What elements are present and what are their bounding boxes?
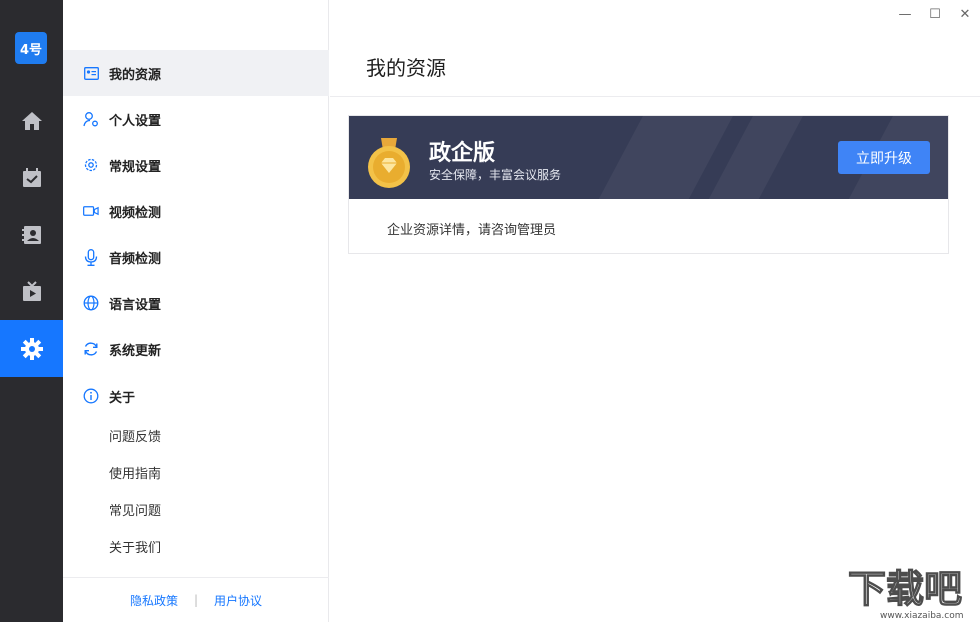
footer-separator: | [193,593,199,607]
submenu-item-user-guide[interactable]: 使用指南 [109,465,161,485]
menu-item-video-check[interactable]: 视频检测 [63,188,329,234]
menu-item-language-settings[interactable]: 语言设置 [63,280,329,326]
page-title: 我的资源 [366,56,446,80]
submenu-item-feedback[interactable]: 问题反馈 [109,428,161,448]
globe-icon [83,295,99,311]
gear-icon [20,337,43,360]
menu-item-my-resources[interactable]: 我的资源 [63,50,329,96]
resource-info-text: 企业资源详情，请咨询管理员 [387,223,557,238]
tv-play-icon [22,280,41,301]
edition-tagline: 安全保障，丰富会议服务 [429,168,562,182]
svg-text:下载吧: 下载吧 [848,567,962,611]
video-camera-icon [83,203,99,219]
id-card-icon [83,65,99,81]
title-divider [330,96,980,97]
gear-outline-icon [83,157,99,173]
menu-item-audio-check[interactable]: 音频检测 [63,234,329,280]
microphone-icon [83,248,99,266]
rail-item-home[interactable] [0,92,63,149]
edition-name: 政企版 [429,141,496,166]
user-agreement-link[interactable]: 用户协议 [214,592,262,609]
menu-item-label: 视频检测 [109,205,162,221]
menu-item-label: 常规设置 [109,159,162,175]
menu-item-label: 系统更新 [109,343,162,359]
rail-item-calendar[interactable] [0,149,63,206]
rail-item-live[interactable] [0,263,63,320]
rail-item-settings[interactable] [0,320,63,377]
maximize-button[interactable]: ☐ [920,0,950,28]
gold-medal-icon [367,138,411,194]
home-icon [21,111,42,130]
rail-item-contacts[interactable] [0,206,63,263]
menu-footer: 隐私政策 | 用户协议 [63,577,329,622]
user-settings-icon [83,111,99,127]
upgrade-button[interactable]: 立即升级 [838,141,930,174]
settings-menu: 我的资源 个人设置 常规设置 视频检测 音频检测 语言设置 系统更新 关于 问题… [63,0,329,622]
menu-item-about[interactable]: 关于 [63,373,329,419]
calendar-check-icon [22,167,41,187]
menu-item-system-update[interactable]: 系统更新 [63,326,329,372]
svg-text:www.xiazaiba.com: www.xiazaiba.com [880,611,964,621]
refresh-icon [83,341,99,357]
app-logo[interactable]: 4号 [15,32,47,64]
edition-card: 政企版 安全保障，丰富会议服务 立即升级 企业资源详情，请咨询管理员 [348,115,949,254]
menu-item-personal-settings[interactable]: 个人设置 [63,96,329,142]
window-controls: — ☐ ✕ [890,0,980,28]
menu-item-general-settings[interactable]: 常规设置 [63,142,329,188]
menu-item-label: 我的资源 [109,67,162,83]
submenu-item-about-us[interactable]: 关于我们 [109,539,161,559]
menu-item-label: 个人设置 [109,113,162,129]
minimize-button[interactable]: — [890,0,920,28]
close-button[interactable]: ✕ [950,0,980,28]
main-panel: 我的资源 政企版 安全保障，丰富会议服务 立即升级 企业资源详情，请咨询管理员 [330,34,980,622]
privacy-policy-link[interactable]: 隐私政策 [130,592,178,609]
contact-book-icon [21,225,41,244]
menu-item-label: 语言设置 [109,297,162,313]
edition-banner: 政企版 安全保障，丰富会议服务 立即升级 [349,116,948,199]
info-icon [83,388,99,404]
submenu-item-faq[interactable]: 常见问题 [109,502,161,522]
app-rail: 4号 [0,0,63,622]
watermark-logo: 下载吧 www.xiazaiba.com [842,560,980,622]
menu-item-label: 关于 [109,390,136,406]
menu-item-label: 音频检测 [109,251,162,267]
